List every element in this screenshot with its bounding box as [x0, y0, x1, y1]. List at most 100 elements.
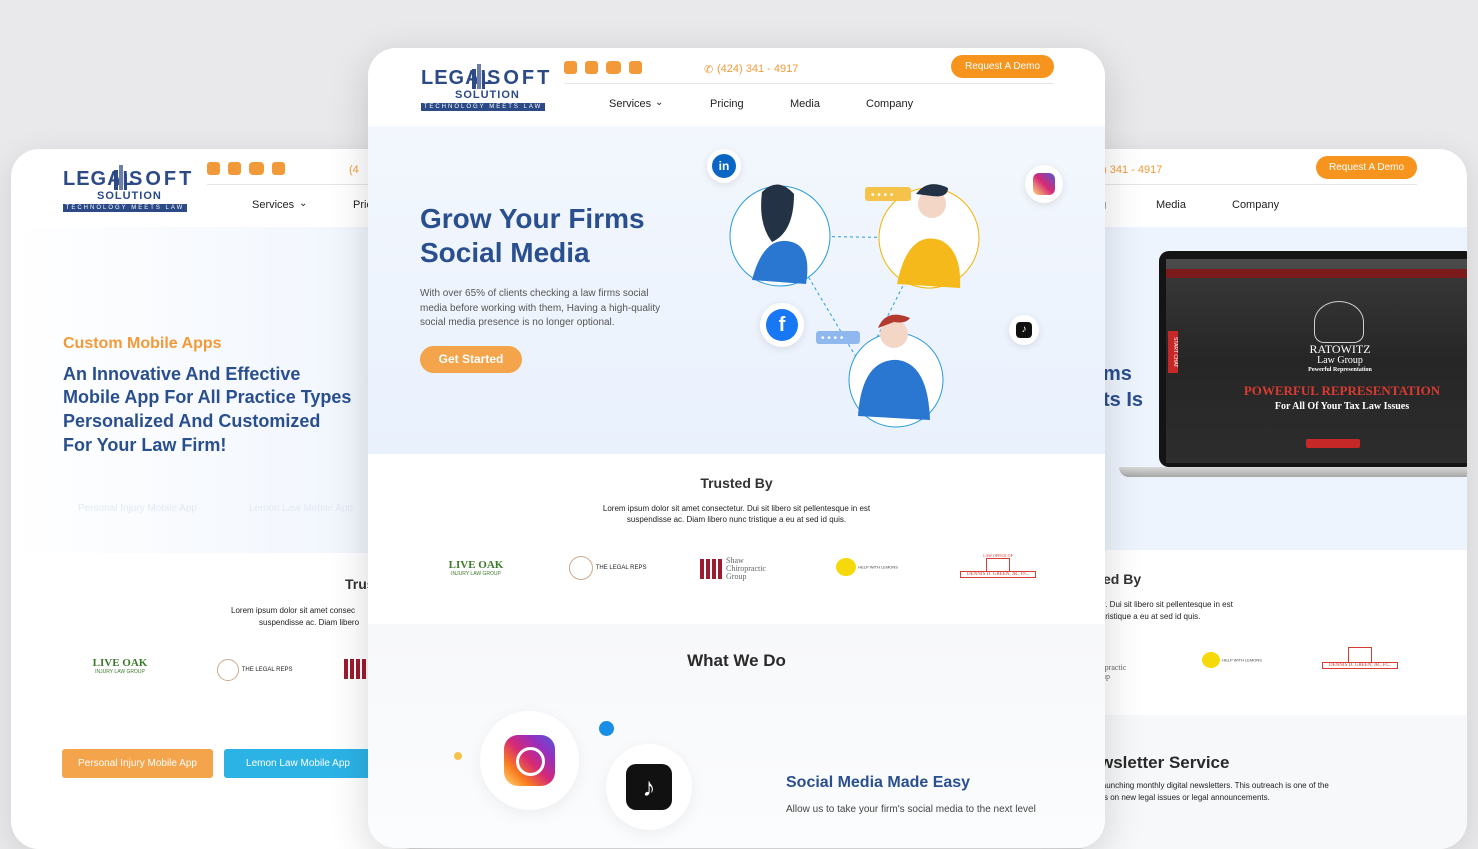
instagram-icon[interactable] [228, 162, 241, 175]
logo-word-solution: SOLUTION [97, 190, 162, 202]
hero-headline-3: Personalized And Customized [63, 411, 321, 431]
social-easy-heading: Social Media Made Easy [786, 774, 971, 791]
instagram-icon [1025, 165, 1063, 203]
building-icon [472, 64, 485, 89]
help-lemons-name: HELP WITH LEMONS [1222, 657, 1262, 663]
nav-pricing[interactable]: Pricing [710, 98, 744, 110]
hero-headline-partial-2: ts Is [1103, 389, 1144, 411]
newsletter-section: wsletter Service launching monthly digit… [1060, 715, 1467, 849]
chat-tab[interactable]: START CHAT [1168, 331, 1178, 373]
tiktok-bubble: ♪ [606, 744, 692, 830]
instagram-icon[interactable] [585, 61, 598, 74]
facebook-icon: f [760, 303, 804, 347]
shaw-logo-partial [344, 659, 368, 679]
tiktok-icon: ♪ [1009, 315, 1039, 345]
personal-injury-tab[interactable]: Personal Injury Mobile App [62, 749, 213, 778]
building-icon [114, 165, 127, 190]
faded-tab-personal: Personal Injury Mobile App [78, 503, 197, 514]
decor-dot-blue [599, 721, 614, 736]
dennis-top: LAW OFFICE OF [983, 553, 1013, 558]
laptop-base [1119, 467, 1467, 477]
nav-company[interactable]: Company [866, 98, 913, 110]
request-demo-button[interactable]: Request A Demo [1316, 156, 1417, 179]
nav-services[interactable]: Services [609, 98, 651, 110]
facebook-icon[interactable] [564, 61, 577, 74]
hero-eyebrow: Custom Mobile Apps [63, 335, 222, 352]
lemon-law-tab[interactable]: Lemon Law Mobile App [224, 749, 372, 778]
lorem-line-2: suspendisse ac. Diam libero [259, 618, 360, 627]
decor-dot-yellow [454, 752, 462, 760]
hero-body-3: social media presence is no longer optio… [420, 317, 615, 328]
hero-headline-1: Grow Your Firms [420, 203, 645, 234]
linkedin-icon: in [707, 149, 741, 183]
request-demo-button[interactable]: Request A Demo [951, 55, 1054, 78]
legal-reps-seal-icon [569, 556, 594, 580]
youtube-icon[interactable] [249, 162, 264, 175]
get-started-button[interactable]: Get Started [420, 346, 522, 373]
instagram-icon [504, 735, 555, 786]
shaw-stripes-icon [700, 559, 724, 579]
legal-reps-seal-icon [217, 659, 240, 681]
nav-services[interactable]: Services [252, 199, 294, 211]
newsletter-line-1: launching monthly digital newsletters. T… [1100, 781, 1329, 790]
trusted-lorem-1: Lorem ipsum dolor sit amet consectetur. … [602, 504, 871, 513]
powerful-heading: POWERFUL REPRESENTATION [1243, 383, 1441, 398]
logo-word-solution: SOLUTION [455, 89, 520, 101]
social-icons [207, 162, 285, 175]
lemon-icon [1202, 652, 1221, 668]
lorem-line-1: r. Dui sit libero sit pellentesque in es… [1103, 600, 1233, 609]
legal-soft-logo[interactable]: LEGAL SOFT SOLUTION TECHNOLOGY MEETS LAW [421, 61, 549, 113]
tiktok-icon: ♪ [626, 764, 672, 810]
youtube-icon[interactable] [606, 61, 621, 74]
trusted-by-heading: Trusted By [700, 475, 773, 491]
lorem-line-1: Lorem ipsum dolor sit amet consec [231, 606, 356, 615]
partner-dennis-green: LAW OFFICE OF DENNIS D. GREEN, JR., P.C. [960, 553, 1036, 578]
hero-headline-1: An Innovative And Effective [63, 364, 301, 384]
center-page-preview: LEGAL SOFT SOLUTION TECHNOLOGY MEETS LAW… [368, 48, 1105, 848]
live-oak-name: LIVE OAK [448, 559, 504, 571]
laptop-cta-button[interactable] [1306, 439, 1360, 448]
trusted-heading-partial: ed By [1103, 571, 1142, 587]
linkedin-icon[interactable] [629, 61, 642, 74]
lorem-line-2: tristique a eu at sed id quis. [1103, 612, 1201, 621]
logo-word-soft: SOFT [487, 67, 553, 89]
partner-live-oak: LIVE OAK INJURY LAW GROUP [79, 657, 161, 675]
partner-legal-reps: THE LEGAL REPS [207, 659, 303, 681]
instagram-bubble [480, 711, 579, 810]
phone-number[interactable]: (4 [349, 164, 359, 176]
right-page-preview: ) 341 - 4917 Request A Demo g Media Comp… [1060, 149, 1467, 849]
facebook-icon[interactable] [207, 162, 220, 175]
live-oak-sub: INJURY LAW GROUP [451, 571, 501, 577]
laptop-mockup: START CHAT RATOWITZ Law Group Powerful R… [1119, 251, 1467, 491]
dennis-name: DENNIS D. GREEN, JR., P.C. [1322, 662, 1398, 669]
start-chat-label: START CHAT [1172, 336, 1178, 368]
shaw-name: Shaw Chiropractic Group [726, 557, 766, 581]
lemon-icon [836, 558, 857, 576]
what-we-do-section: What We Do ♪ Social Media Made Easy Allo… [368, 624, 1105, 848]
linkedin-icon[interactable] [272, 162, 285, 175]
partner-legal-reps: THE LEGAL REPS [564, 556, 652, 580]
phone-number[interactable]: ) 341 - 4917 [1103, 164, 1162, 176]
hero-body-2: media before working with them, Having a… [420, 303, 661, 314]
nav-media[interactable]: Media [1156, 199, 1186, 211]
hero-body-1: With over 65% of clients checking a law … [420, 288, 649, 299]
dennis-name: DENNIS D. GREEN, JR., P.C. [960, 571, 1036, 578]
live-oak-name: LIVE OAK [92, 657, 148, 669]
help-lemons-name: HELP WITH LEMONS [858, 564, 898, 570]
phone-number[interactable]: (424) 341 - 4917 [717, 63, 798, 75]
social-network-illustration: • • • • • • • • [729, 184, 980, 428]
nav-company[interactable]: Company [1232, 199, 1279, 211]
laptop-display: START CHAT RATOWITZ Law Group Powerful R… [1166, 259, 1467, 463]
hero-headline-2: Mobile App For All Practice Types [63, 387, 352, 407]
partner-help-lemons: HELP WITH LEMONS [1196, 652, 1268, 672]
hero-section: ms ts Is START CHAT RATOWITZ Law Group P… [1060, 227, 1467, 550]
nav-media[interactable]: Media [790, 98, 820, 110]
tax-subheading: For All Of Your Tax Law Issues [1274, 401, 1410, 412]
social-icons [564, 61, 642, 74]
logo-tagline: TECHNOLOGY MEETS LAW [63, 204, 187, 212]
partner-shaw-chiropractic: Shaw Chiropractic Group [700, 557, 776, 581]
legal-soft-logo[interactable]: LEGAL SOFT SOLUTION TECHNOLOGY MEETS LAW [63, 162, 191, 214]
newsletter-line-2: ss on new legal issues or legal announce… [1100, 793, 1270, 802]
hero-headline-partial-1: ms [1103, 363, 1132, 385]
partner-help-lemons: HELP WITH LEMONS [830, 558, 904, 578]
